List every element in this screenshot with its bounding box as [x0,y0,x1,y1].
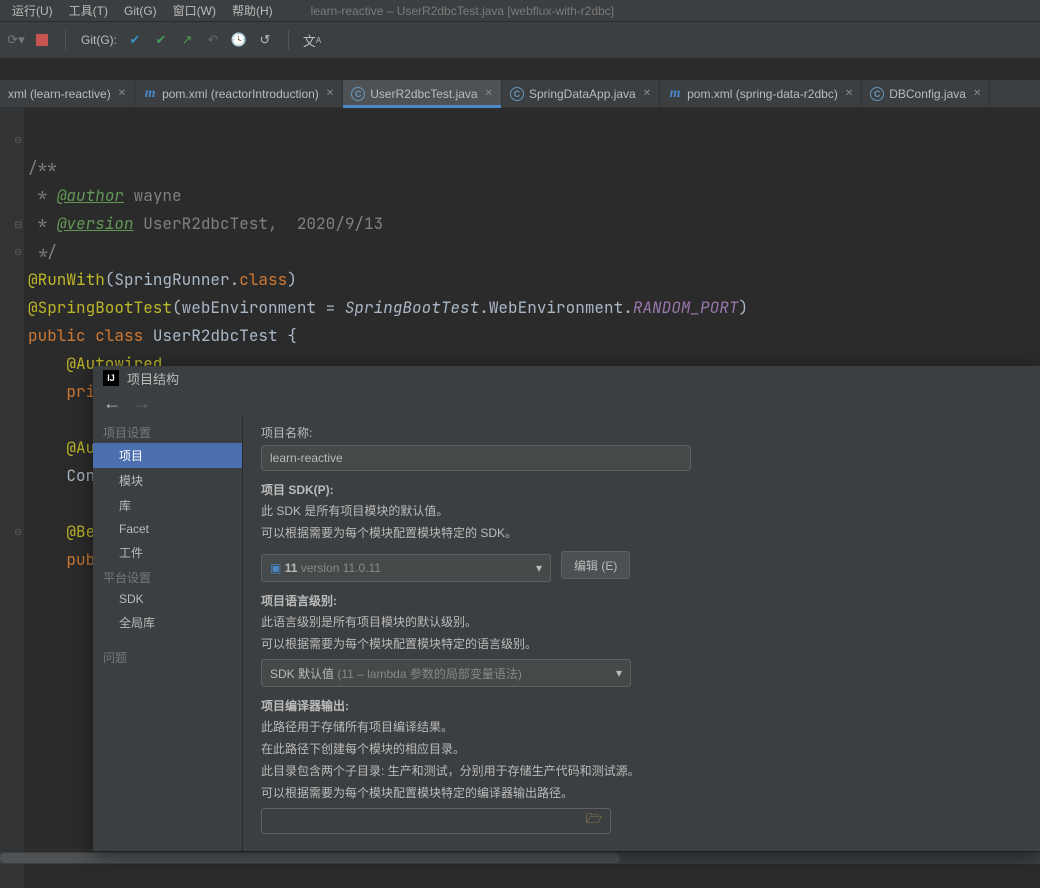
dialog-main: 项目名称: 项目 SDK(P): 此 SDK 是所有项目模块的默认值。 可以根据… [243,416,1040,851]
out-help-1: 此路径用于存储所有项目编译结果。 [261,718,1022,736]
out-help-3: 此目录包含两个子目录: 生产和测试，分别用于存储生产代码和测试源。 [261,762,1022,780]
chevron-down-icon: ▾ [536,561,542,575]
folder-icon: ▣ [270,561,281,575]
maven-icon: m [143,87,157,101]
idea-icon: IJ [103,370,119,386]
sidebar-group-problems[interactable]: 问题 [93,645,242,668]
menubar: 运行(U) 工具(T) Git(G) 窗口(W) 帮助(H) learn-rea… [0,0,1040,22]
sidebar-item-sdks[interactable]: SDK [93,588,242,610]
dialog-sidebar: 项目设置 项目 模块 库 Facet 工件 平台设置 SDK 全局库 问题 [93,416,243,851]
menu-tools[interactable]: 工具(T) [61,0,116,21]
out-help-4: 可以根据需要为每个模块配置模块特定的编译器输出路径。 [261,784,1022,802]
git-history-icon[interactable]: ↶ [205,32,221,48]
tab-label: pom.xml (reactorIntroduction) [162,87,319,101]
rollback-icon[interactable]: ↺ [257,32,273,48]
edit-sdk-button[interactable]: 编辑 (E) [561,551,630,579]
git-update-icon[interactable]: ✔ [127,32,143,48]
compiler-output-label: 项目编译器输出: [261,697,1022,714]
out-help-2: 在此路径下创建每个模块的相应目录。 [261,740,1022,758]
tab-dbconfig[interactable]: C DBConfig.java ✕ [862,80,990,107]
tab-xml-learn-reactive[interactable]: xml (learn-reactive) ✕ [0,80,135,107]
close-icon[interactable]: ✕ [485,88,493,99]
sdk-combo[interactable]: ▣ 11 version 11.0.11 ▾ [261,554,551,582]
project-name-label: 项目名称: [261,424,1022,441]
history-icon[interactable]: 🕓 [231,32,247,48]
tab-label: xml (learn-reactive) [8,87,111,101]
sidebar-item-modules[interactable]: 模块 [93,468,242,493]
dialog-title: 项目结构 [127,369,179,388]
git-commit-icon[interactable]: ✔ [153,32,169,48]
class-icon: C [870,87,884,101]
lang-help-1: 此语言级别是所有项目模块的默认级别。 [261,613,1022,631]
window-title: learn-reactive – UserR2dbcTest.java [web… [311,4,614,18]
tab-pom-reactor[interactable]: m pom.xml (reactorIntroduction) ✕ [135,80,343,107]
close-icon[interactable]: ✕ [973,88,981,99]
chevron-down-icon: ▾ [616,666,622,680]
tab-label: UserR2dbcTest.java [370,87,477,101]
nav-forward-icon: → [133,393,151,414]
menu-run[interactable]: 运行(U) [4,0,61,21]
menu-window[interactable]: 窗口(W) [165,0,224,21]
fold-icon[interactable]: ⊖ [14,126,22,154]
language-level-combo[interactable]: SDK 默认值 (11 – lambda 参数的局部变量语法) ▾ [261,659,631,687]
project-structure-dialog: IJ 项目结构 ← → 项目设置 项目 模块 库 Facet 工件 平台设置 S… [93,366,1040,851]
compiler-output-input[interactable]: 🗁 [261,808,611,834]
dialog-titlebar[interactable]: IJ 项目结构 [93,366,1040,390]
sidebar-item-facets[interactable]: Facet [93,518,242,540]
toolbar: ⟳▾ Git(G): ✔ ✔ ↗ ↶ 🕓 ↺ 文A [0,22,1040,58]
sidebar-item-artifacts[interactable]: 工件 [93,540,242,565]
stop-button[interactable] [34,32,50,48]
menu-git[interactable]: Git(G) [116,2,165,20]
translate-icon[interactable]: 文A [304,32,320,48]
tab-pom-r2dbc[interactable]: m pom.xml (spring-data-r2dbc) ✕ [660,80,862,107]
close-icon[interactable]: ✕ [118,88,126,99]
project-sdk-label: 项目 SDK(P): [261,481,1022,498]
class-icon: C [351,87,365,101]
fold-icon[interactable]: ⊖ [14,238,22,266]
lang-help-2: 可以根据需要为每个模块配置模块特定的语言级别。 [261,635,1022,653]
language-level-label: 项目语言级别: [261,592,1022,609]
menu-help[interactable]: 帮助(H) [224,0,281,21]
sdk-help-2: 可以根据需要为每个模块配置模块特定的 SDK。 [261,524,1022,542]
sidebar-item-libraries[interactable]: 库 [93,493,242,518]
dialog-nav: ← → [93,390,1040,416]
run-dropdown-icon[interactable]: ⟳▾ [8,32,24,48]
maven-icon: m [668,87,682,101]
sdk-help-1: 此 SDK 是所有项目模块的默认值。 [261,502,1022,520]
fold-icon[interactable]: ⊖ [14,518,22,546]
tab-label: DBConfig.java [889,87,966,101]
tab-springdataapp[interactable]: C SpringDataApp.java ✕ [502,80,660,107]
close-icon[interactable]: ✕ [845,88,853,99]
sidebar-item-project[interactable]: 项目 [93,443,242,468]
browse-folder-icon[interactable]: 🗁 [586,810,602,832]
fold-icon[interactable]: ⊟ [14,211,22,239]
class-icon: C [510,87,524,101]
horizontal-scrollbar[interactable] [0,852,1040,864]
git-push-icon[interactable]: ↗ [179,32,195,48]
editor-tabs: xml (learn-reactive) ✕ m pom.xml (reacto… [0,80,1040,108]
close-icon[interactable]: ✕ [326,88,334,99]
tab-label: SpringDataApp.java [529,87,636,101]
tab-label: pom.xml (spring-data-r2dbc) [687,87,838,101]
close-icon[interactable]: ✕ [643,88,651,99]
sidebar-group-project-settings: 项目设置 [93,420,242,443]
gutter: ⊖ ⊟ ⊖ ⊖ [0,108,24,888]
sidebar-item-global-libs[interactable]: 全局库 [93,610,242,635]
sidebar-group-platform-settings: 平台设置 [93,565,242,588]
project-name-input[interactable] [261,445,691,471]
tab-userr2dbctest[interactable]: C UserR2dbcTest.java ✕ [343,80,502,107]
git-label: Git(G): [81,33,117,47]
nav-back-icon[interactable]: ← [103,393,121,414]
